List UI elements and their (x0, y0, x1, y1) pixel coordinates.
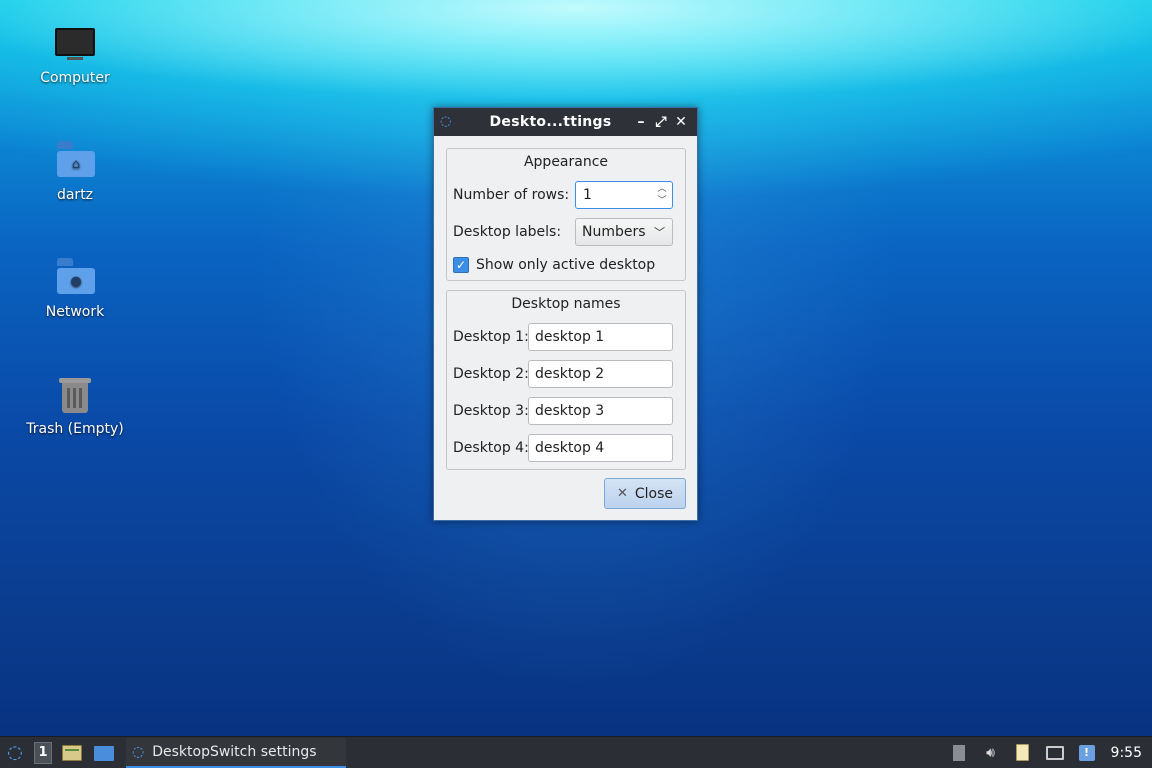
close-button-label: Close (634, 485, 674, 502)
file-manager-icon (62, 744, 82, 761)
tray-menu-icon[interactable] (949, 743, 969, 763)
maximize-button[interactable]: ⤢ (651, 114, 671, 130)
dialog-title: Deskto...ttings (489, 114, 612, 130)
desktop-name-row: Desktop 4: desktop 4 (453, 434, 679, 462)
task-item-label: DesktopSwitch settings (152, 743, 317, 760)
rows-label: Number of rows: (453, 187, 570, 203)
rows-row: Number of rows: 1 ︿ ﹀ (453, 181, 679, 209)
close-window-button[interactable]: ✕ (671, 114, 691, 130)
clipboard-icon[interactable] (1013, 743, 1033, 763)
desktop-names-group-title: Desktop names (511, 296, 621, 312)
desktop-3-name-field[interactable]: desktop 3 (528, 397, 673, 425)
show-active-checkbox[interactable]: ✓ (453, 257, 469, 273)
close-button[interactable]: ✕ Close (604, 478, 686, 509)
desktop-icon-label: Trash (Empty) (26, 421, 124, 437)
appearance-group: Appearance Number of rows: 1 ︿ ﹀ Desktop… (446, 148, 686, 281)
desktopswitch-app-icon: ◌ (132, 743, 145, 760)
file-manager-launcher[interactable] (58, 740, 84, 766)
desktopswitch-settings-dialog: ◌ Deskto...ttings – ⤢ ✕ Appearance Numbe… (433, 107, 698, 521)
desktop-3-name-value: desktop 3 (535, 403, 605, 419)
network-icon[interactable] (1045, 743, 1065, 763)
desktop-labels-value: Numbers (582, 224, 646, 240)
app-icon: ◌ (440, 114, 452, 129)
desktop-1-name-value: desktop 1 (535, 329, 605, 345)
desktop-icon-label: Network (45, 304, 105, 320)
volume-icon[interactable]: 🔊︎ (981, 743, 1001, 763)
network-folder-icon: ● (53, 256, 97, 300)
taskbar: ◌ 1 ◌ DesktopSwitch settings 🔊︎ ! 9:55 (0, 736, 1152, 768)
main-menu-icon[interactable]: ◌ (0, 738, 30, 768)
desktop-icon-home[interactable]: ⌂ dartz (20, 139, 130, 203)
desktop-names-group: Desktop names Desktop 1: desktop 1 Deskt… (446, 290, 686, 470)
desktop-2-name-field[interactable]: desktop 2 (528, 360, 673, 388)
home-folder-icon: ⌂ (53, 139, 97, 183)
show-active-label: Show only active desktop (476, 257, 656, 273)
desktop-labels-label: Desktop labels: (453, 224, 562, 240)
desktop-name-label: Desktop 2: (453, 366, 529, 382)
desktop-labels-combo[interactable]: Numbers ﹀ (575, 218, 673, 246)
desktop-name-label: Desktop 3: (453, 403, 529, 419)
spin-down-icon[interactable]: ﹀ (656, 195, 668, 207)
desktop-icon-trash[interactable]: Trash (Empty) (20, 373, 130, 437)
clock[interactable]: 9:55 (1111, 745, 1142, 761)
desktop-icon-label: Computer (40, 70, 110, 86)
desktop-4-name-field[interactable]: desktop 4 (528, 434, 673, 462)
show-active-row[interactable]: ✓ Show only active desktop (453, 255, 679, 275)
desktop-name-label: Desktop 1: (453, 329, 529, 345)
spin-up-icon[interactable]: ︿ (656, 183, 668, 195)
desktop-switcher-button[interactable]: 1 (34, 741, 52, 764)
dialog-titlebar[interactable]: ◌ Deskto...ttings – ⤢ ✕ (434, 108, 697, 136)
desktop-1-name-field[interactable]: desktop 1 (528, 323, 673, 351)
task-item-desktopswitch-settings[interactable]: ◌ DesktopSwitch settings (126, 737, 346, 768)
rows-spinbox[interactable]: 1 ︿ ﹀ (575, 181, 673, 209)
desktop-2-name-value: desktop 2 (535, 366, 605, 382)
desktop-4-name-value: desktop 4 (535, 440, 605, 456)
labels-row: Desktop labels: Numbers ﹀ (453, 218, 679, 246)
show-desktop-icon (94, 745, 114, 761)
desktop-icon-computer[interactable]: Computer (20, 22, 130, 86)
close-icon: ✕ (616, 486, 628, 501)
update-notifier-icon[interactable]: ! (1077, 743, 1097, 763)
chevron-down-icon: ﹀ (654, 226, 665, 239)
trash-icon (53, 373, 97, 417)
show-desktop-button[interactable] (90, 740, 116, 766)
rows-value: 1 (583, 187, 592, 203)
minimize-button[interactable]: – (631, 114, 651, 130)
desktop-icon-label: dartz (56, 187, 94, 203)
appearance-group-title: Appearance (523, 154, 609, 170)
desktop-name-row: Desktop 3: desktop 3 (453, 397, 679, 425)
desktop-name-row: Desktop 2: desktop 2 (453, 360, 679, 388)
system-tray: 🔊︎ ! 9:55 (943, 737, 1152, 768)
desktop-name-row: Desktop 1: desktop 1 (453, 323, 679, 351)
desktop-icon-network[interactable]: ● Network (20, 256, 130, 320)
computer-icon (53, 22, 97, 66)
desktop-name-label: Desktop 4: (453, 440, 529, 456)
